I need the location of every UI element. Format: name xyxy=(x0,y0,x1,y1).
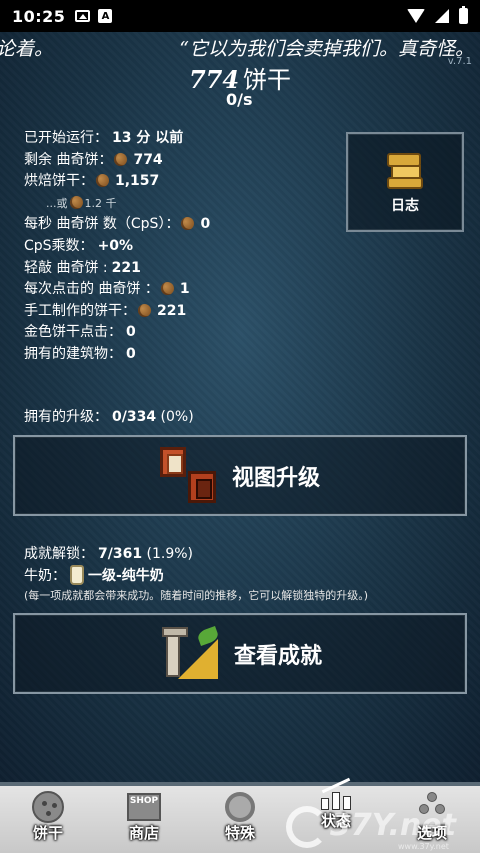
stat-row-baked-alt: ...或 1.2 千 xyxy=(46,195,117,210)
log-button-label: 日志 xyxy=(391,198,419,214)
upgrades-owned: 拥有的升级： 0/334 (0%) xyxy=(24,409,194,425)
stat-row-cps-multiplier: CpS乘数： +0% xyxy=(24,237,134,254)
achievement-stats: 成就解锁： 7/361 (1.9%) 牛奶： 一级-纯牛奶 (每一项成就都会带来成功… xyxy=(24,543,368,605)
signal-icon xyxy=(435,9,449,23)
tab-shop-label: 商店 xyxy=(128,824,159,842)
stats-panel: 论着。 “它以为我们会卖掉我们。真奇怪。 v.7.1 774 饼干 0/s 已开始… xyxy=(0,32,480,782)
view-upgrades-label: 视图升级 xyxy=(231,465,320,491)
stat-row-per-click: 每次点击的 曲奇饼 ： 1 xyxy=(24,281,190,298)
cookies-per-second: 0/s xyxy=(226,90,253,109)
view-achievements-label: 查看成就 xyxy=(233,643,322,669)
upgrades-icon xyxy=(159,446,218,505)
cookie-icon xyxy=(114,152,128,166)
scroll-icon xyxy=(383,149,427,193)
tab-special[interactable]: 特殊 xyxy=(192,790,288,843)
stat-row-tap: 轻敲 曲奇饼 :221 xyxy=(24,259,141,276)
tab-shop[interactable]: SHOP 商店 xyxy=(96,790,192,843)
view-upgrades-button[interactable]: 视图升级 xyxy=(13,435,467,516)
log-button[interactable]: 日志 xyxy=(346,132,464,232)
tab-special-label: 特殊 xyxy=(224,824,255,842)
battery-icon xyxy=(459,6,468,24)
achievements-unlocked: 成就解锁： 7/361 (1.9%) xyxy=(24,546,194,562)
image-notification-icon xyxy=(75,10,91,22)
cookie-icon xyxy=(160,282,174,296)
wifi-icon xyxy=(407,9,425,23)
a-notification-icon: A xyxy=(98,9,113,23)
stat-row-remaining: 剩余 曲奇饼： 774 xyxy=(24,151,163,168)
swirl-icon xyxy=(225,792,255,822)
cookie-icon xyxy=(138,303,151,317)
tab-stats-label: 状态 xyxy=(320,812,351,830)
stat-row-golden: 金色饼干点击： 0 xyxy=(24,324,136,341)
bottom-tab-bar: 饼干 SHOP 商店 特殊 状态 选项 xyxy=(0,777,480,853)
status-bar: 10:25 A xyxy=(0,0,480,32)
ticker-text-left: 论着。 xyxy=(0,38,54,60)
news-ticker[interactable]: 论着。 “它以为我们会卖掉我们。真奇怪。 xyxy=(0,34,480,60)
milk-bottle-icon xyxy=(70,565,84,585)
stats-icon xyxy=(319,777,353,810)
stat-row-started: 已开始运行： 13 分 以前 xyxy=(24,130,184,146)
tab-options-label: 选项 xyxy=(416,824,447,842)
general-stats: 已开始运行： 13 分 以前 剩余 曲奇饼： 774 烘焙饼干： 1,157 ...或… xyxy=(24,128,210,366)
achievement-note: (每一项成就都会带来成功。随着时间的推移，它可以解锁独特的升级。) xyxy=(24,589,369,602)
tab-cookie[interactable]: 饼干 xyxy=(0,790,96,843)
ticker-text-right: “它以为我们会卖掉我们。真奇怪。 xyxy=(179,38,474,60)
stat-row-baked: 烘焙饼干： 1,157 xyxy=(24,173,160,190)
cookie-icon xyxy=(69,195,83,209)
tab-cookie-label: 饼干 xyxy=(32,824,63,842)
stat-row-buildings: 拥有的建筑物： 0 xyxy=(24,345,136,362)
milk-level: 牛奶： 一级-纯牛奶 xyxy=(24,565,368,587)
stat-row-handmade: 手工制作的饼干： 221 xyxy=(24,302,187,319)
cookie-icon xyxy=(181,217,195,231)
cookie-icon xyxy=(96,174,109,188)
stat-row-cps: 每秒 曲奇饼 数（CpS）： 0 xyxy=(24,216,211,233)
achievements-icon xyxy=(158,625,220,683)
shop-icon: SHOP xyxy=(127,793,161,821)
clock: 10:25 xyxy=(12,6,66,26)
view-achievements-button[interactable]: 查看成就 xyxy=(13,613,467,694)
cookie-icon xyxy=(32,791,64,823)
tab-stats[interactable]: 状态 xyxy=(288,777,384,831)
tab-options[interactable]: 选项 xyxy=(384,790,480,843)
dots-icon xyxy=(417,792,447,822)
